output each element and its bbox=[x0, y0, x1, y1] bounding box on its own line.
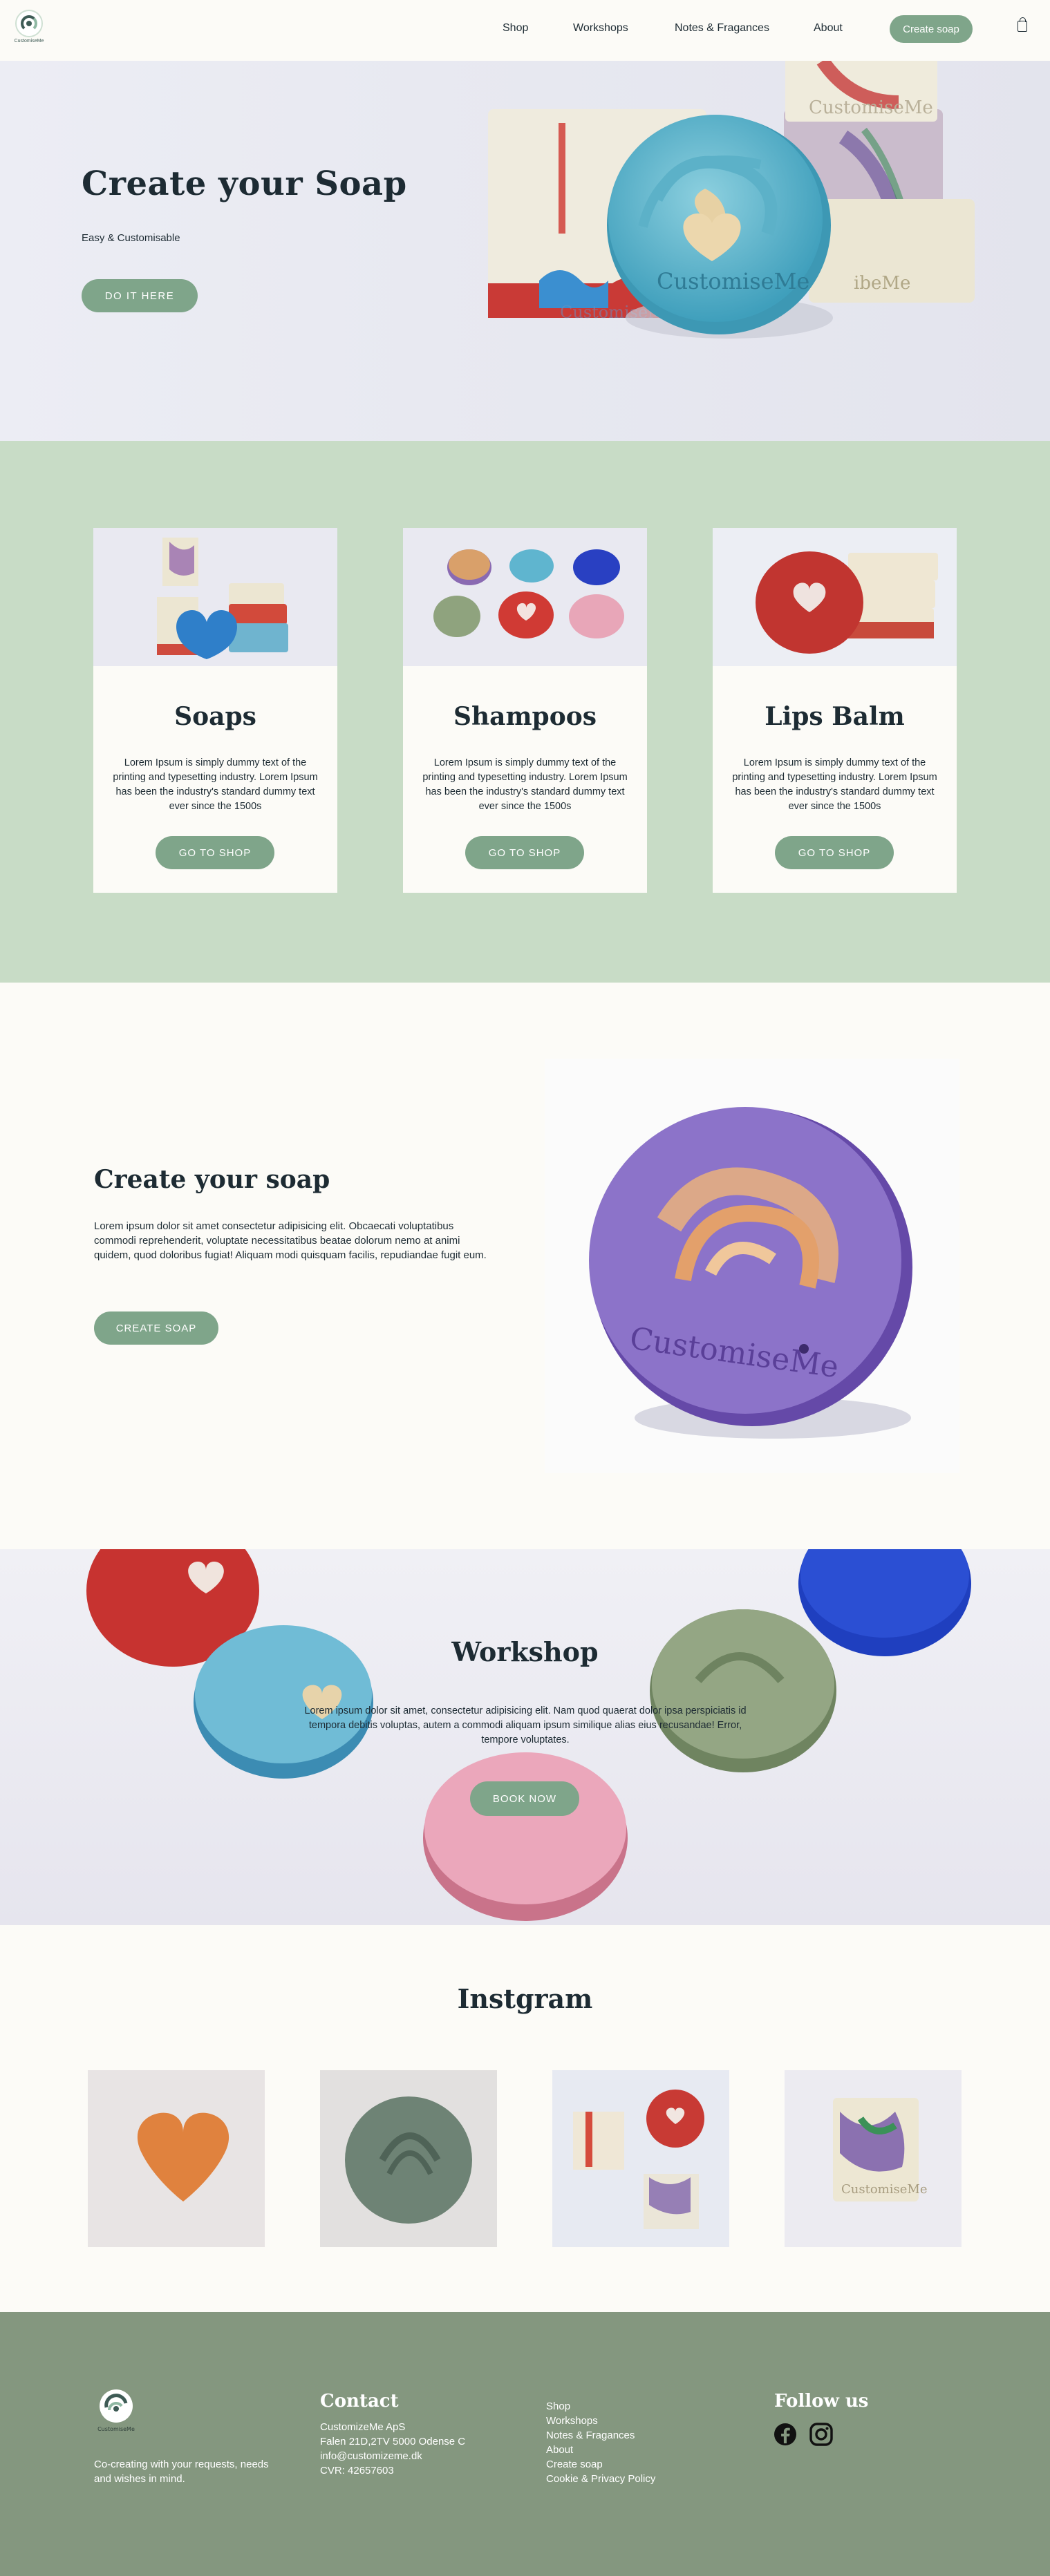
company-name: CustomizeMe ApS bbox=[320, 2421, 406, 2433]
contact-title: Contact bbox=[320, 2391, 399, 2412]
company-cvr: CVR: 42657603 bbox=[320, 2465, 394, 2476]
hero-subtitle: Easy & Customisable bbox=[82, 232, 180, 244]
card-description: Lorem Ipsum is simply dummy text of the … bbox=[113, 757, 318, 812]
instagram-image-4[interactable]: CustomiseMe bbox=[785, 2070, 962, 2247]
card-title: Lips Balm bbox=[765, 702, 905, 731]
svg-text:CustomiseMe: CustomiseMe bbox=[657, 268, 809, 294]
workshop-description: Lorem ipsum dolor sit amet, consectetur … bbox=[304, 1705, 747, 1745]
contact-details: CustomizeMe ApS Falen 21D,2TV 5000 Odens… bbox=[320, 2420, 465, 2478]
footer-link-notes-fragances[interactable]: Notes & Fragances bbox=[546, 2428, 655, 2443]
create-title: Create your soap bbox=[94, 1165, 330, 1194]
product-card-soaps: Soaps Lorem Ipsum is simply dummy text o… bbox=[93, 528, 337, 893]
footer-link-about[interactable]: About bbox=[546, 2443, 655, 2457]
lips-balm-image bbox=[713, 528, 957, 666]
company-address: Falen 21D,2TV 5000 Odense C bbox=[320, 2436, 466, 2447]
card-description: Lorem Ipsum is simply dummy text of the … bbox=[732, 757, 937, 812]
create-description: Lorem ipsum dolor sit amet consectetur a… bbox=[94, 1220, 487, 1261]
follow-title: Follow us bbox=[774, 2391, 869, 2412]
footer-link-shop[interactable]: Shop bbox=[546, 2399, 655, 2414]
nav-link-workshops[interactable]: Workshops bbox=[573, 22, 628, 35]
product-card-shampoos: Shampoos Lorem Ipsum is simply dummy tex… bbox=[403, 528, 647, 893]
create-soap-section: Create your soap Lorem ipsum dolor sit a… bbox=[0, 983, 1050, 1549]
company-email[interactable]: info@customizeme.dk bbox=[320, 2449, 465, 2463]
instagram-icon[interactable] bbox=[809, 2423, 833, 2446]
svg-text:ibeMe: ibeMe bbox=[854, 273, 910, 294]
instagram-section: Instgram CustomiseMe bbox=[0, 1925, 1050, 2312]
logo-badge bbox=[15, 10, 43, 37]
nav-link-about[interactable]: About bbox=[814, 22, 843, 35]
hero-title: Create your Soap bbox=[82, 164, 407, 203]
logo-text: CustomiseMe bbox=[14, 39, 44, 44]
instagram-image-1[interactable] bbox=[88, 2070, 265, 2247]
instagram-title: Instgram bbox=[457, 1983, 593, 2014]
product-card-lips-balm: Lips Balm Lorem Ipsum is simply dummy te… bbox=[713, 528, 957, 893]
site-footer: CustomiseMe Co-creating with your reques… bbox=[0, 2312, 1050, 2576]
do-it-here-button[interactable]: DO IT HERE bbox=[82, 279, 198, 312]
soaps-image bbox=[93, 528, 337, 666]
workshop-title: Workshop bbox=[451, 1636, 599, 1667]
shopping-bag-icon[interactable] bbox=[1018, 17, 1027, 32]
create-soap-button[interactable]: Create soap bbox=[890, 15, 973, 43]
shampoos-image bbox=[403, 528, 647, 666]
footer-link-create-soap[interactable]: Create soap bbox=[546, 2457, 655, 2472]
nav-link-notes-fragances[interactable]: Notes & Fragances bbox=[675, 22, 769, 35]
nav-link-shop[interactable]: Shop bbox=[503, 22, 528, 35]
top-navigation: CustomiseMe Shop Workshops Notes & Fraga… bbox=[0, 0, 1050, 61]
instagram-image-2[interactable] bbox=[320, 2070, 497, 2247]
hero-soap-image: CustomiseMe CustomiseMe ibeMe CustomiseM… bbox=[488, 61, 975, 339]
products-section: Soaps Lorem Ipsum is simply dummy text o… bbox=[0, 441, 1050, 983]
facebook-icon[interactable] bbox=[774, 2423, 797, 2446]
footer-menu: Shop Workshops Notes & Fragances About C… bbox=[546, 2399, 655, 2486]
purple-soap-image: CustomiseMe bbox=[545, 1059, 959, 1473]
soap-engraving-text: CustomiseMe bbox=[841, 2182, 927, 2197]
footer-logo-text: CustomiseMe bbox=[97, 2426, 135, 2432]
soap-engraving-text: CustomiseMe bbox=[809, 97, 933, 118]
card-title: Soaps bbox=[174, 702, 256, 731]
card-description: Lorem Ipsum is simply dummy text of the … bbox=[422, 757, 628, 812]
book-now-button[interactable]: BOOK NOW bbox=[470, 1781, 579, 1816]
go-to-shop-button[interactable]: GO TO SHOP bbox=[465, 836, 584, 869]
instagram-image-3[interactable] bbox=[552, 2070, 729, 2247]
workshop-section: Workshop Lorem ipsum dolor sit amet, con… bbox=[0, 1549, 1050, 1925]
footer-logo[interactable]: CustomiseMe bbox=[94, 2388, 138, 2434]
go-to-shop-button[interactable]: GO TO SHOP bbox=[775, 836, 894, 869]
hero-section: CustomiseMe CustomiseMe ibeMe CustomiseM… bbox=[0, 61, 1050, 441]
card-title: Shampoos bbox=[453, 702, 597, 731]
footer-tagline: Co-creating with your requests, needs an… bbox=[94, 2459, 269, 2485]
footer-link-workshops[interactable]: Workshops bbox=[546, 2414, 655, 2428]
create-soap-cta-button[interactable]: CREATE SOAP bbox=[94, 1311, 218, 1345]
footer-link-cookie-policy[interactable]: Cookie & Privacy Policy bbox=[546, 2472, 655, 2486]
go-to-shop-button[interactable]: GO TO SHOP bbox=[156, 836, 274, 869]
site-logo[interactable]: CustomiseMe bbox=[12, 10, 46, 46]
